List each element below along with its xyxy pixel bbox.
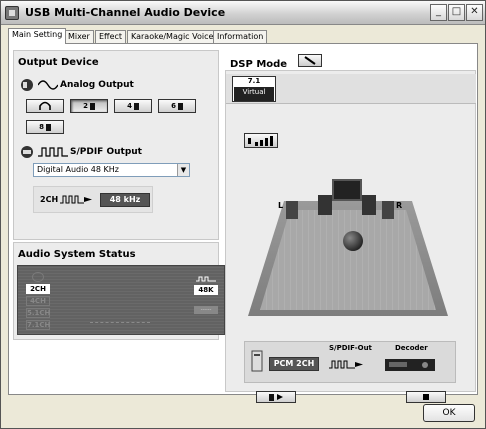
virtual-71-button[interactable]: 7.1 Virtual — [232, 76, 276, 102]
digital-arrow-icon — [329, 360, 363, 369]
speaker-2-button[interactable]: 2 — [70, 99, 108, 113]
center-left-speaker-icon — [318, 195, 332, 215]
speaker-6-button[interactable]: 6 — [158, 99, 196, 113]
volume-bars-icon — [248, 136, 273, 146]
digital-arrow-icon — [60, 195, 92, 204]
speaker-icon — [133, 102, 139, 110]
right-speaker-icon — [382, 201, 394, 219]
minimize-button[interactable]: _ — [430, 4, 447, 21]
computer-tower-icon — [251, 350, 263, 372]
channel-label: 2CH — [40, 195, 59, 204]
spdif-rate-select[interactable]: Digital Audio 48 KHz ▼ — [33, 163, 190, 177]
headphones-button[interactable] — [26, 99, 64, 113]
audio-status-display: 2CH 4CH 5.1CH 7.1CH 48K ----- — [17, 265, 225, 335]
spdif-out-panel: PCM 2CH S/PDIF-Out Decoder — [244, 341, 456, 383]
title-bar[interactable]: USB Multi-Channel Audio Device _ □ ✕ — [1, 1, 485, 25]
maximize-button[interactable]: □ — [448, 4, 465, 21]
status-rate: 48K — [194, 285, 218, 295]
status-channel-51ch: 5.1CH — [26, 308, 51, 318]
tab-karaoke-magic-voice[interactable]: Karaoke/Magic Voice — [127, 30, 218, 44]
speaker-icon — [268, 393, 274, 401]
speaker-icon — [89, 102, 95, 110]
speaker-stage-floor — [260, 210, 436, 310]
digital-wave-icon — [38, 147, 68, 157]
spdif-toggle-icon[interactable] — [20, 145, 34, 159]
right-channel-label: R — [396, 201, 403, 210]
headphones-icon — [39, 101, 51, 110]
rate-display: 48 kHz — [100, 193, 150, 207]
pcm-display: PCM 2CH — [269, 357, 319, 371]
app-window: USB Multi-Channel Audio Device _ □ ✕ Mai… — [0, 0, 486, 429]
output-device-heading: Output Device — [18, 57, 99, 68]
main-setting-panel: Output Device Analog Output 2 4 6 8 S/PD… — [8, 43, 478, 403]
tab-mixer[interactable]: Mixer — [64, 30, 94, 44]
chevron-down-icon[interactable]: ▼ — [177, 164, 189, 176]
left-speaker-icon — [286, 201, 298, 219]
decoder-device-icon — [385, 359, 435, 371]
dsp-settings-button[interactable] — [298, 54, 322, 67]
status-secondary: ----- — [194, 306, 218, 314]
stop-button[interactable] — [406, 391, 446, 403]
decoder-label: Decoder — [395, 344, 428, 352]
digital-wave-icon — [196, 276, 216, 282]
audio-status-heading: Audio System Status — [18, 249, 136, 260]
status-channel-4ch: 4CH — [26, 296, 50, 306]
spdif-out-label: S/PDIF-Out — [329, 344, 372, 352]
window-title: USB Multi-Channel Audio Device — [25, 6, 226, 19]
spdif-channel-box: 2CH 48 kHz — [33, 186, 153, 213]
speaker-volume-icon — [21, 79, 33, 91]
speaker-icon — [45, 123, 51, 131]
ok-button[interactable]: OK — [423, 404, 475, 422]
tab-main-setting[interactable]: Main Setting — [8, 28, 67, 44]
status-divider — [90, 322, 150, 323]
close-button[interactable]: ✕ — [466, 4, 483, 21]
speaker-8-button[interactable]: 8 — [26, 120, 64, 134]
dsp-mode-heading: DSP Mode — [230, 59, 288, 70]
app-icon — [5, 6, 19, 20]
dsp-mode-group: DSP Mode 7.1 Virtual L R PCM 2CH S/PDIF-… — [225, 54, 476, 403]
analog-output-label: Analog Output — [60, 80, 134, 90]
tab-information[interactable]: Information — [213, 30, 268, 44]
stop-icon — [423, 394, 429, 400]
listener-sphere-icon — [343, 231, 363, 251]
spdif-output-label: S/PDIF Output — [70, 147, 142, 157]
speaker-level-button[interactable] — [244, 133, 278, 148]
left-channel-label: L — [278, 201, 284, 210]
center-right-speaker-icon — [362, 195, 376, 215]
wrench-icon — [304, 56, 316, 65]
status-channel-71ch: 7.1CH — [26, 320, 51, 330]
speaker-icon — [177, 102, 183, 110]
speaker-4-button[interactable]: 4 — [114, 99, 152, 113]
monitor-icon — [332, 179, 362, 201]
analog-wave-icon — [38, 80, 58, 90]
status-indicator — [32, 272, 44, 282]
speaker-test-button[interactable] — [256, 391, 296, 403]
tab-effect[interactable]: Effect — [95, 30, 127, 44]
status-channel-2ch: 2CH — [26, 284, 50, 294]
play-icon — [276, 394, 283, 400]
